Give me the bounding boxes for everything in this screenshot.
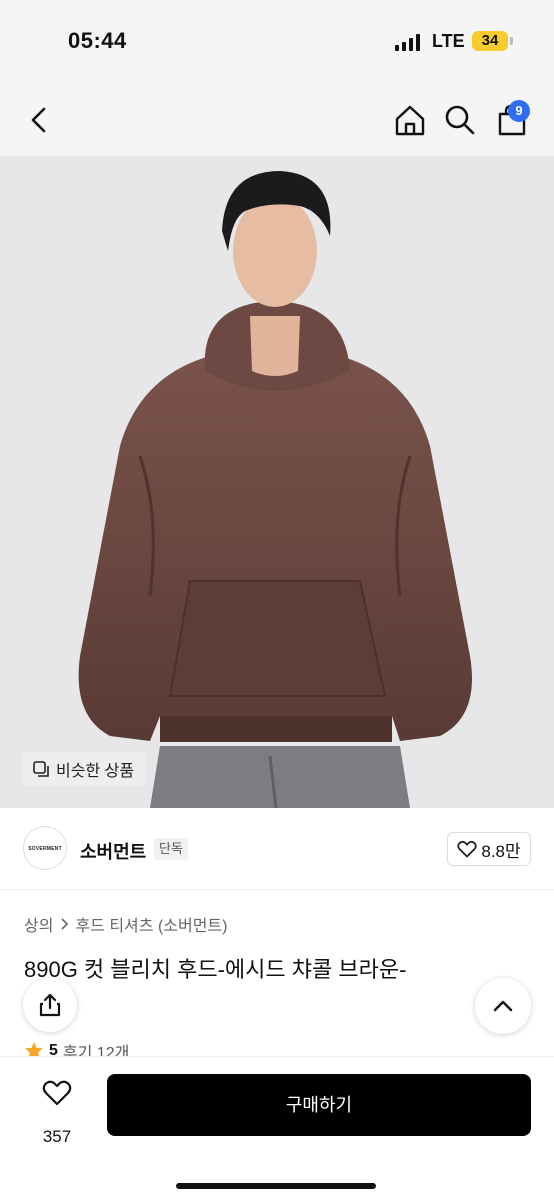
- breadcrumb: 상의 후드 티셔츠 (소버먼트): [24, 912, 227, 936]
- scroll-top-button[interactable]: [475, 978, 531, 1034]
- home-indicator: [176, 1183, 376, 1189]
- bottom-bar: 357 구매하기: [0, 1056, 554, 1200]
- search-button[interactable]: [442, 102, 478, 138]
- home-icon: [395, 105, 425, 136]
- brand-name[interactable]: 소버먼트: [80, 838, 146, 864]
- brand-logo[interactable]: SOVERMENT: [23, 826, 67, 870]
- breadcrumb-category[interactable]: 상의: [24, 912, 53, 936]
- brand-like-button[interactable]: 8.8만: [447, 832, 531, 866]
- brand-row: SOVERMENT 소버먼트 단독 8.8만: [0, 808, 554, 890]
- wishlist-count: 357: [42, 1127, 72, 1146]
- chevron-left-icon: [31, 107, 46, 133]
- status-time: 05:44: [68, 28, 127, 53]
- home-button[interactable]: [392, 102, 428, 138]
- nav-bar: [0, 84, 554, 156]
- hoodie-model-illustration: [78, 171, 472, 808]
- heart-icon: [42, 1080, 72, 1106]
- chevron-right-icon: [61, 918, 69, 930]
- search-icon: [445, 105, 475, 135]
- heart-icon: [457, 840, 478, 858]
- product-title: 890G 컷 블리치 후드-에시드 챠콜 브라운-: [24, 957, 407, 982]
- battery-tip: [510, 37, 513, 45]
- chevron-up-icon: [493, 1000, 513, 1012]
- brand-like-count: 8.8만: [481, 841, 521, 861]
- share-icon: [39, 993, 61, 1017]
- exclusive-badge: 단독: [154, 838, 188, 860]
- product-image[interactable]: [0, 156, 554, 808]
- buy-button[interactable]: 구매하기: [107, 1074, 531, 1136]
- breadcrumb-subcategory[interactable]: 후드 티셔츠 (소버먼트): [75, 912, 227, 936]
- wishlist-button[interactable]: 357: [30, 1075, 84, 1146]
- similar-products-button[interactable]: 비슷한 상품: [22, 752, 147, 786]
- similar-products-label: 비슷한 상품: [56, 763, 135, 780]
- back-button[interactable]: [22, 102, 58, 138]
- cart-count-badge: 9: [508, 100, 530, 122]
- share-button[interactable]: [23, 978, 77, 1032]
- status-bar: 05:44 LTE 34: [0, 0, 554, 84]
- battery-icon: 34: [472, 31, 508, 51]
- network-label: LTE: [432, 31, 465, 51]
- signal-icon: [395, 33, 421, 51]
- copy-icon: [33, 761, 49, 777]
